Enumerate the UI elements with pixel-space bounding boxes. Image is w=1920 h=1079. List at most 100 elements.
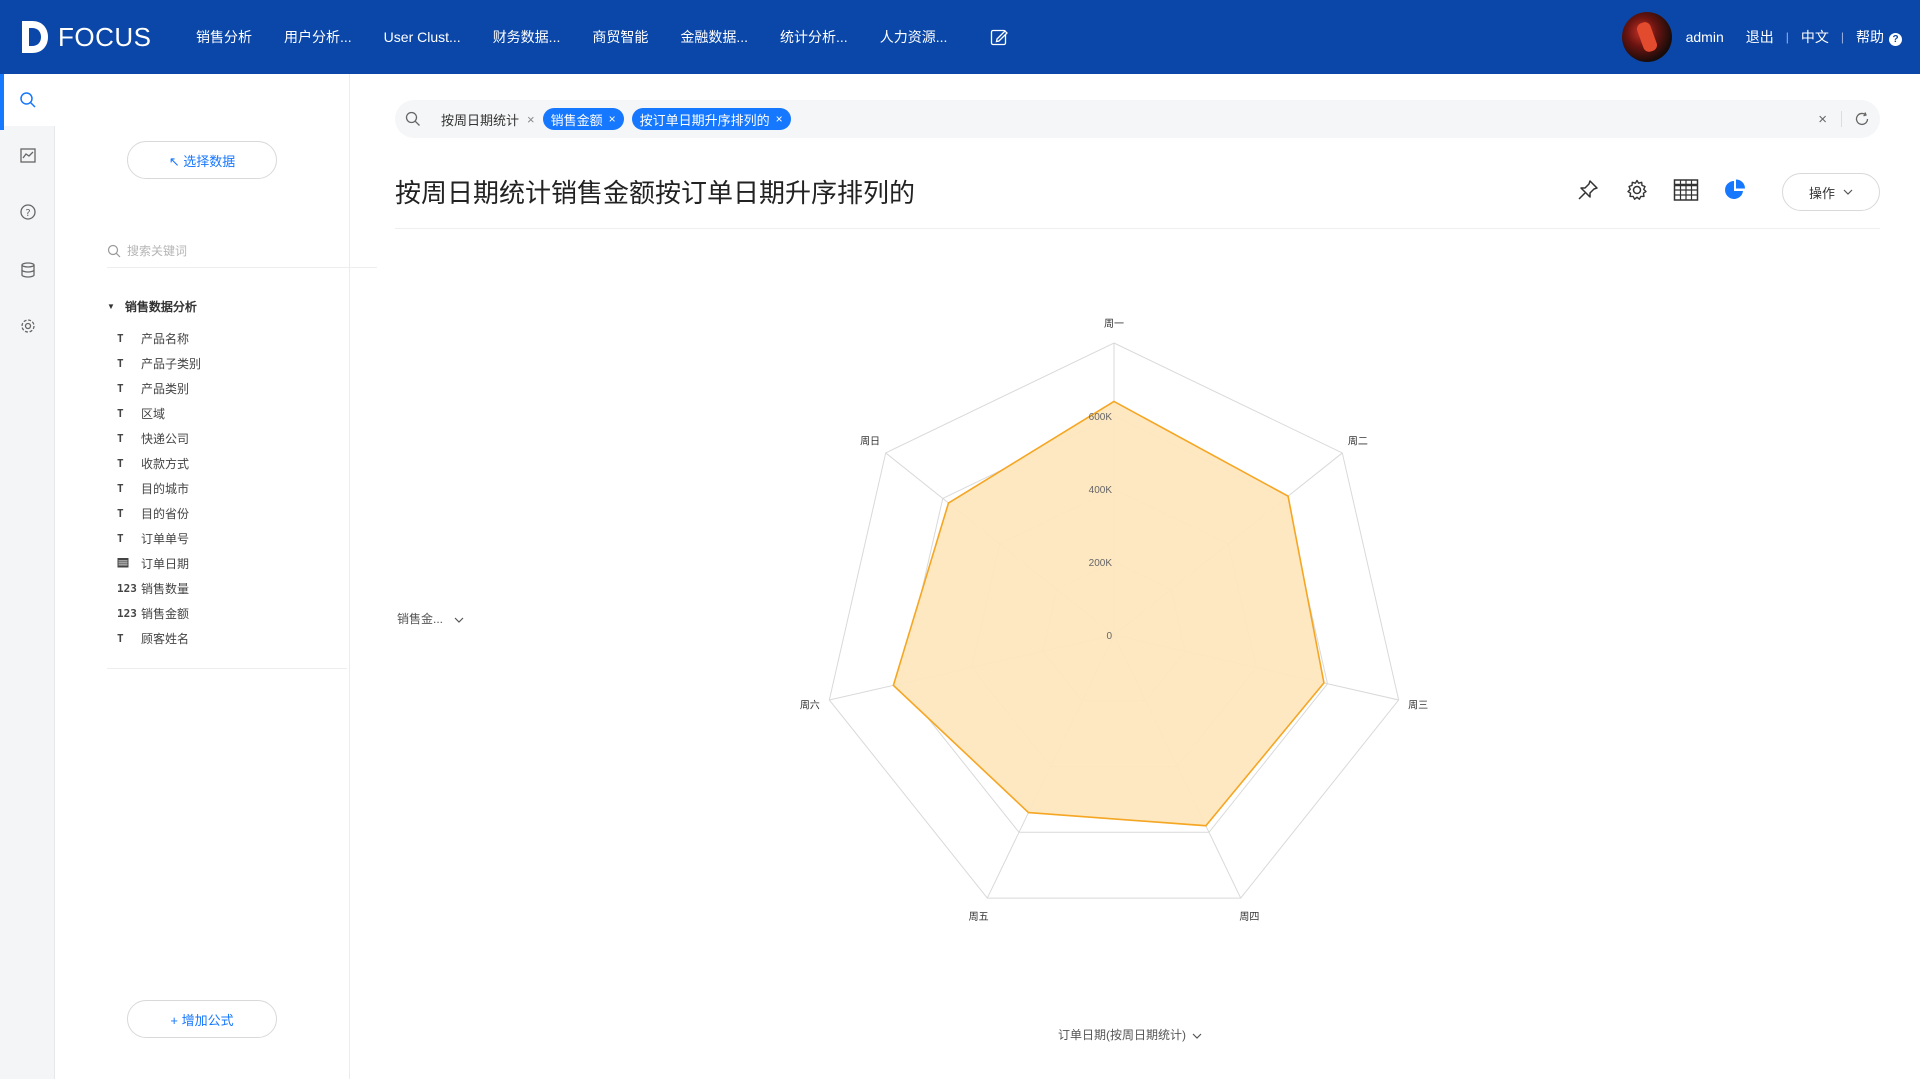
number-field-icon: 123 [117, 607, 137, 620]
field-item[interactable]: 123 销售数量 [117, 576, 201, 601]
divider: | [1785, 30, 1789, 44]
field-item[interactable]: T 收款方式 [117, 451, 201, 476]
radar-spoke [1113, 452, 1343, 636]
field-item[interactable]: T 产品名称 [117, 326, 201, 351]
query-chip[interactable]: 按订单日期升序排列的 × [631, 108, 791, 130]
field-item[interactable]: T 产品子类别 [117, 351, 201, 376]
pin-button[interactable] [1574, 176, 1602, 204]
query-token-label: 按周日期统计 [441, 112, 520, 128]
field-item[interactable]: T 目的省份 [117, 501, 201, 526]
field-label: 订单单号 [141, 532, 190, 546]
rail-search[interactable] [0, 74, 55, 130]
clear-query-icon[interactable]: × [1818, 111, 1827, 128]
edit-icon[interactable] [989, 27, 1009, 47]
radar-category-label: 周五 [969, 911, 989, 923]
remove-chip-icon[interactable]: × [776, 112, 783, 126]
calendar-icon [117, 557, 141, 571]
rail-board[interactable] [0, 130, 55, 182]
query-chip-label: 按订单日期升序排列的 [639, 112, 770, 128]
add-formula-button[interactable]: + 增加公式 [127, 1000, 277, 1038]
nav-item-sales-analysis[interactable]: 销售分析 [196, 27, 252, 47]
text-field-icon: T [117, 382, 124, 395]
field-list: T 产品名称 T 产品子类别 T 产品类别 T 区域 T 快递公司 T 收款方式 T 目的城市… [117, 326, 201, 651]
query-bar[interactable]: 按周日期统计 × 销售金额 × 按订单日期升序排列的 × × [395, 100, 1880, 138]
keyword-search[interactable]: 搜索关键词 [107, 234, 377, 268]
avatar[interactable] [1621, 12, 1672, 62]
field-item[interactable]: T 产品类别 [117, 376, 201, 401]
field-item[interactable]: T 目的城市 [117, 476, 201, 501]
dimension-selector-label: 订单日期(按周日期统计) [1058, 1028, 1186, 1042]
query-chip[interactable]: 销售金额 × [542, 108, 624, 130]
remove-chip-icon[interactable]: × [609, 112, 616, 126]
field-label: 目的省份 [141, 507, 190, 521]
chart-type-button[interactable] [1721, 176, 1749, 204]
nav-item-financial-data[interactable]: 金融数据... [680, 27, 748, 47]
text-field-icon: T [117, 632, 124, 645]
divider [107, 668, 347, 669]
dimension-selector[interactable]: 订单日期(按周日期统计) [1058, 1026, 1202, 1043]
field-label: 区域 [141, 407, 166, 421]
username[interactable]: admin [1686, 29, 1724, 45]
field-item[interactable]: T 顾客姓名 [117, 626, 201, 651]
tree-root-label: 销售数据分析 [124, 300, 197, 314]
field-label: 收款方式 [141, 457, 190, 471]
tree-root-sales-data[interactable]: ▼ 销售数据分析 [107, 298, 197, 315]
field-item[interactable]: 订单日期 [117, 551, 201, 576]
text-field-icon: T [117, 507, 124, 520]
radar-category-label: 周一 [1104, 318, 1124, 330]
field-label: 销售金额 [141, 607, 190, 621]
nav-item-hr[interactable]: 人力资源... [880, 27, 948, 47]
text-field-icon: T [117, 482, 124, 495]
help-link[interactable]: 帮助? [1856, 27, 1902, 47]
nav-item-user-cluster[interactable]: User Clust... [384, 29, 461, 45]
user-area: admin 退出 | 中文 | 帮助? [1621, 0, 1902, 74]
query-token[interactable]: 按周日期统计 × [441, 110, 535, 129]
rail-data[interactable] [0, 244, 55, 296]
field-item[interactable]: 123 销售金额 [117, 601, 201, 626]
nav-item-statistics[interactable]: 统计分析... [780, 27, 848, 47]
divider [1841, 111, 1842, 127]
field-label: 目的城市 [141, 482, 190, 496]
actions-dropdown[interactable]: 操作 [1782, 173, 1880, 211]
field-item[interactable]: T 快递公司 [117, 426, 201, 451]
radar-grid-ring [1042, 561, 1186, 702]
select-data-button[interactable]: ↖ 选择数据 [127, 141, 277, 179]
table-view-button[interactable] [1672, 176, 1700, 204]
search-icon [19, 92, 36, 108]
nav-item-finance-data[interactable]: 财务数据... [493, 27, 561, 47]
refresh-icon[interactable] [1854, 111, 1870, 127]
field-label: 顾客姓名 [141, 632, 190, 646]
logo[interactable]: FOCUS [20, 19, 196, 55]
field-label: 产品类别 [141, 382, 190, 396]
field-label: 订单日期 [141, 557, 190, 571]
field-label: 销售数量 [141, 582, 190, 596]
gear-icon [1627, 179, 1647, 200]
nav-item-business-intel[interactable]: 商贸智能 [592, 27, 648, 47]
divider [395, 228, 1880, 229]
search-icon [107, 244, 121, 257]
language-switch[interactable]: 中文 [1801, 27, 1829, 47]
field-item[interactable]: T 订单单号 [117, 526, 201, 551]
radar-tick-label: 200K [1089, 558, 1113, 569]
text-field-icon: T [117, 357, 124, 370]
remove-token-icon[interactable]: × [527, 112, 535, 127]
settings-button[interactable] [1623, 176, 1651, 204]
measure-selector-label: 销售金... [397, 612, 444, 626]
chevron-down-icon [454, 617, 464, 623]
nav-item-user-analysis[interactable]: 用户分析... [284, 27, 352, 47]
rail-help[interactable]: ? [0, 186, 55, 238]
search-icon [405, 111, 420, 126]
logout-link[interactable]: 退出 [1746, 27, 1774, 47]
text-field-icon: T [117, 332, 124, 345]
radar-series-area [892, 400, 1325, 827]
rail-settings[interactable] [0, 300, 55, 352]
table-icon [1673, 179, 1699, 201]
logo-text: FOCUS [58, 21, 152, 52]
database-icon [20, 262, 35, 278]
field-item[interactable]: T 区域 [117, 401, 201, 426]
divider: | [1840, 30, 1844, 44]
radar-grid-ring [899, 415, 1329, 833]
measure-selector[interactable]: 销售金... [397, 610, 464, 627]
pie-chart-icon [1725, 179, 1745, 199]
pin-icon [1578, 180, 1598, 200]
